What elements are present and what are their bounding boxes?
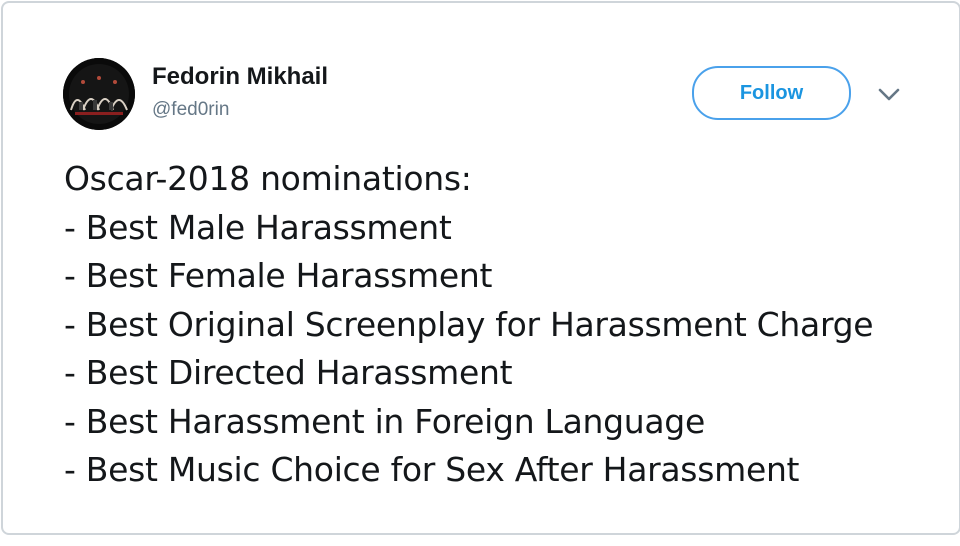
tweet-line: - Best Female Harassment [64, 256, 493, 295]
tweet-card: Fedorin Mikhail @fed0rin Follow Oscar-20… [1, 1, 960, 535]
author-handle[interactable]: @fed0rin [152, 99, 229, 121]
tweet-line: Oscar-2018 nominations: [64, 159, 472, 198]
tweet-line: - Best Original Screenplay for Harassmen… [64, 304, 874, 344]
tweet-line: - Best Male Harassment [64, 207, 452, 247]
tweet-line: - Best Directed Harassment [64, 353, 513, 392]
chevron-down-icon[interactable] [875, 81, 903, 109]
avatar-image [63, 58, 135, 130]
follow-button[interactable]: Follow [692, 66, 851, 120]
avatar[interactable] [63, 58, 135, 130]
tweet-line: - Best Harassment in Foreign Language [64, 401, 705, 441]
author-display-name[interactable]: Fedorin Mikhail [152, 63, 328, 91]
tweet-line: - Best Music Choice for Sex After Harass… [64, 450, 800, 489]
tweet-text: Oscar-2018 nominations: - Best Male Hara… [64, 155, 944, 495]
